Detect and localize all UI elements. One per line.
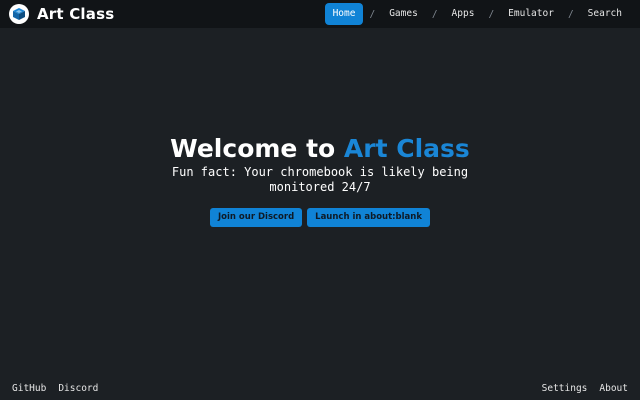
launch-about-blank-button[interactable]: Launch in about:blank (307, 208, 430, 227)
nav-separator: / (567, 8, 574, 20)
cube-icon (9, 4, 29, 24)
nav-apps[interactable]: Apps (444, 3, 483, 25)
nav-separator: / (488, 8, 495, 20)
nav-separator: / (369, 8, 376, 20)
nav-emulator[interactable]: Emulator (500, 3, 562, 25)
brand[interactable]: Art Class (9, 4, 114, 24)
nav-menu: Home / Games / Apps / Emulator / Search (324, 3, 630, 25)
hero-subtitle: Fun fact: Your chromebook is likely bein… (171, 165, 469, 194)
hero-buttons: Join our Discord Launch in about:blank (0, 208, 640, 227)
footer-link-github[interactable]: GitHub (12, 383, 46, 394)
hero-section: Welcome to Art Class Fun fact: Your chro… (0, 134, 640, 227)
brand-name: Art Class (37, 5, 115, 23)
nav-home[interactable]: Home (324, 3, 364, 25)
nav-separator: / (431, 8, 438, 20)
footer-link-about[interactable]: About (599, 383, 628, 394)
join-discord-button[interactable]: Join our Discord (210, 208, 303, 227)
footer-link-settings[interactable]: Settings (542, 383, 588, 394)
nav-search[interactable]: Search (580, 3, 630, 25)
hero-title-accent: Art Class (343, 134, 470, 163)
hero-title: Welcome to Art Class (0, 134, 640, 164)
nav-games[interactable]: Games (381, 3, 426, 25)
footer-left: GitHub Discord (12, 383, 98, 394)
hero-title-prefix: Welcome to (170, 134, 344, 163)
footer-right: Settings About (542, 383, 628, 394)
footer-link-discord[interactable]: Discord (58, 383, 98, 394)
top-navbar: Art Class Home / Games / Apps / Emulator… (0, 0, 640, 28)
